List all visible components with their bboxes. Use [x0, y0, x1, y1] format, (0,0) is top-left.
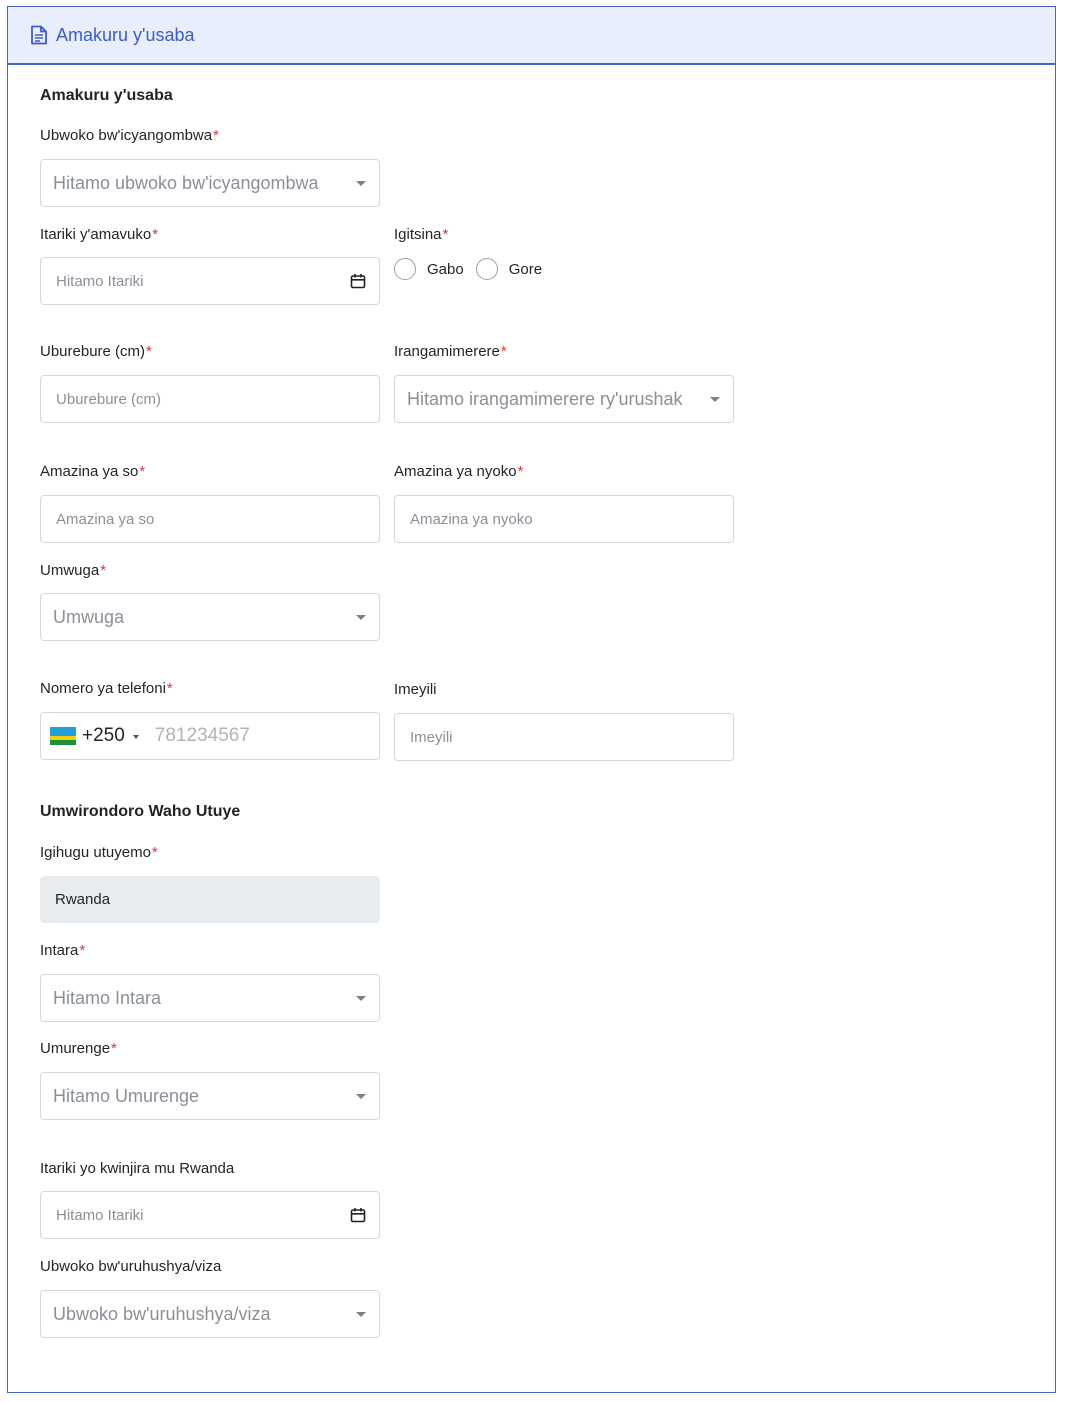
entry-date-picker[interactable]: Hitamo Itariki	[40, 1191, 380, 1239]
chevron-down-icon	[356, 996, 366, 1001]
gender-option-female-label[interactable]: Gore	[509, 261, 542, 278]
province-placeholder: Hitamo Intara	[53, 987, 162, 1008]
email-placeholder: Imeyili	[410, 728, 453, 746]
gender-option-male-label[interactable]: Gabo	[427, 261, 464, 278]
chevron-down-icon	[356, 615, 366, 620]
father-name-input[interactable]: Amazina ya so	[40, 495, 380, 543]
phone-label: Nomero ya telefoni*	[40, 680, 173, 697]
required-mark: *	[500, 343, 507, 360]
country-label: Igihugu utuyemo*	[40, 844, 158, 861]
country-field: Rwanda	[40, 876, 380, 923]
visa-type-label: Ubwoko bw'uruhushya/viza	[40, 1258, 222, 1275]
gender-radio-male[interactable]	[394, 258, 416, 280]
gender-radio-group: Gabo Gore	[394, 258, 554, 280]
father-name-placeholder: Amazina ya so	[56, 510, 155, 528]
birth-date-picker[interactable]: Hitamo Itariki	[40, 257, 380, 305]
occupation-label: Umwuga*	[40, 562, 107, 579]
email-label: Imeyili	[394, 681, 437, 698]
height-input[interactable]: Uburebure (cm)	[40, 375, 380, 423]
required-mark: *	[517, 463, 524, 480]
birth-date-label: Itariki y'amavuko*	[40, 226, 159, 243]
required-mark: *	[111, 1040, 117, 1057]
required-mark: *	[151, 844, 158, 861]
occupation-placeholder: Umwuga	[53, 606, 125, 627]
required-mark: *	[100, 562, 107, 579]
required-mark: *	[139, 463, 146, 480]
section-title-applicant: Amakuru y'usaba	[40, 87, 173, 104]
card-header: Amakuru y'usaba	[8, 7, 1055, 65]
mother-name-placeholder: Amazina ya nyoko	[410, 510, 533, 528]
father-name-label: Amazina ya so*	[40, 463, 146, 480]
sector-select[interactable]: Hitamo Umurenge	[40, 1072, 380, 1120]
document-type-placeholder: Hitamo ubwoko bw'icyangombwa	[53, 172, 319, 193]
chevron-down-icon	[356, 1094, 366, 1099]
height-placeholder: Uburebure (cm)	[56, 390, 162, 408]
mother-name-label: Amazina ya nyoko*	[394, 463, 524, 480]
eye-color-select[interactable]: Hitamo irangamimerere ry'urushak	[394, 375, 734, 423]
entry-date-placeholder: Hitamo Itariki	[56, 1206, 144, 1224]
required-mark: *	[79, 942, 86, 959]
required-mark: *	[213, 127, 219, 144]
occupation-select[interactable]: Umwuga	[40, 593, 380, 641]
required-mark: *	[442, 226, 449, 243]
document-type-label: Ubwoko bw'icyangombwa*	[40, 127, 219, 144]
eye-color-placeholder: Hitamo irangamimerere ry'urushak	[407, 388, 683, 409]
province-select[interactable]: Hitamo Intara	[40, 974, 380, 1022]
eye-color-label: Irangamimerere*	[394, 343, 507, 360]
required-mark: *	[146, 343, 152, 360]
rwanda-flag-icon[interactable]	[50, 727, 76, 745]
chevron-down-icon	[356, 181, 366, 186]
sector-label: Umurenge*	[40, 1040, 117, 1057]
card-title: Amakuru y'usaba	[56, 24, 195, 45]
chevron-down-icon	[710, 397, 720, 402]
province-label: Intara*	[40, 942, 86, 959]
required-mark: *	[166, 680, 173, 697]
calendar-icon[interactable]	[350, 1207, 366, 1223]
height-label: Uburebure (cm)*	[40, 343, 152, 360]
chevron-down-icon	[356, 1312, 366, 1317]
applicant-info-card: Amakuru y'usaba	[7, 6, 1056, 1393]
required-mark: *	[152, 226, 159, 243]
section-title-address: Umwirondoro Waho Utuye	[40, 803, 241, 820]
document-type-select[interactable]: Hitamo ubwoko bw'icyangombwa	[40, 159, 380, 207]
dial-code[interactable]: +250	[82, 725, 125, 747]
country-value: Rwanda	[55, 891, 111, 908]
document-icon	[31, 25, 47, 45]
visa-type-placeholder: Ubwoko bw'uruhushya/viza	[53, 1303, 271, 1324]
birth-date-placeholder: Hitamo Itariki	[56, 272, 144, 290]
dial-code-caret-icon[interactable]	[132, 734, 139, 739]
entry-date-label: Itariki yo kwinjira mu Rwanda	[40, 1160, 235, 1177]
email-input[interactable]: Imeyili	[394, 713, 734, 761]
mother-name-input[interactable]: Amazina ya nyoko	[394, 495, 734, 543]
gender-radio-female[interactable]	[475, 258, 498, 280]
phone-placeholder: 781234567	[154, 725, 250, 746]
calendar-icon[interactable]	[350, 273, 366, 289]
phone-input[interactable]: +250 781234567	[40, 712, 380, 760]
gender-label: Igitsina*	[394, 226, 449, 243]
visa-type-select[interactable]: Ubwoko bw'uruhushya/viza	[40, 1290, 380, 1338]
sector-placeholder: Hitamo Umurenge	[53, 1085, 200, 1106]
